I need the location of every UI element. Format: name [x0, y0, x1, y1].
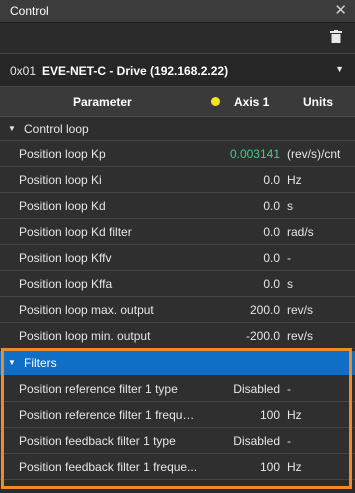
- parameter-value[interactable]: Disabled: [233, 382, 280, 396]
- parameter-unit: Hz: [287, 173, 302, 187]
- parameter-unit: rad/s: [287, 225, 314, 239]
- parameter-value[interactable]: 0.003141: [230, 147, 280, 161]
- parameter-value[interactable]: 0.0: [263, 225, 280, 239]
- panel-title: Control: [10, 4, 49, 18]
- table-row[interactable]: Position reference filter 1 type Disable…: [0, 376, 355, 402]
- parameter-unit: -: [287, 434, 291, 448]
- parameter-value[interactable]: 200.0: [250, 303, 280, 317]
- table-row[interactable]: Position loop Kffa 0.0 s: [0, 271, 355, 297]
- parameter-name: Position reference filter 1 type: [19, 382, 178, 396]
- device-address: 0x01: [10, 64, 37, 78]
- control-loop-rows: Position loop Kp 0.003141 (rev/s)/cnt Po…: [0, 141, 355, 349]
- close-icon[interactable]: ✕: [334, 1, 347, 19]
- parameter-name: Position loop Kd: [19, 199, 106, 213]
- toolbar: [0, 23, 355, 49]
- group-label: Control loop: [24, 122, 89, 136]
- parameter-value[interactable]: 100: [260, 460, 280, 474]
- parameter-name: Position loop Ki: [19, 173, 102, 187]
- chevron-down-icon[interactable]: ▼: [335, 64, 344, 74]
- panel-titlebar: Control ✕: [0, 0, 355, 23]
- parameter-unit: Hz: [287, 408, 302, 422]
- column-header-parameter: Parameter: [73, 95, 132, 109]
- parameter-name: Position loop Kp: [19, 147, 106, 161]
- trash-icon[interactable]: [330, 30, 342, 43]
- column-header-units: Units: [303, 95, 333, 109]
- group-label: Filters: [24, 356, 57, 370]
- table-row[interactable]: Position loop min. output -200.0 rev/s: [0, 323, 355, 349]
- parameter-unit: -: [287, 382, 291, 396]
- parameter-name: Position feedback filter 1 freque...: [19, 460, 198, 474]
- parameter-unit: s: [287, 199, 293, 213]
- column-header-axis: Axis 1: [234, 95, 270, 109]
- parameter-name: Position reference filter 1 freque...: [19, 408, 199, 422]
- table-header: Parameter Axis 1 Units: [0, 87, 355, 117]
- table-row[interactable]: Position loop Ki 0.0 Hz: [0, 167, 355, 193]
- device-selector[interactable]: 0x01 EVE-NET-C - Drive (192.168.2.22) ▼: [0, 53, 355, 87]
- chevron-down-icon[interactable]: ▼: [8, 124, 16, 133]
- table-row[interactable]: Position feedback filter 1 type Disabled…: [0, 428, 355, 454]
- axis-status-dot-icon: [211, 97, 220, 106]
- parameter-name: Position feedback filter 1 type: [19, 434, 176, 448]
- parameter-name: Position loop min. output: [19, 329, 151, 343]
- parameter-name: Position loop Kd filter: [19, 225, 132, 239]
- filters-rows: Position reference filter 1 type Disable…: [0, 376, 355, 480]
- parameter-value[interactable]: 0.0: [263, 251, 280, 265]
- group-control-loop[interactable]: ▼ Control loop: [0, 117, 355, 141]
- parameter-unit: rev/s: [287, 329, 314, 343]
- parameter-value[interactable]: Disabled: [233, 434, 280, 448]
- table-row[interactable]: Position reference filter 1 freque... 10…: [0, 402, 355, 428]
- parameter-value[interactable]: 0.0: [263, 199, 280, 213]
- chevron-down-icon[interactable]: ▼: [8, 358, 16, 367]
- parameter-value[interactable]: 100: [260, 408, 280, 422]
- parameter-unit: -: [287, 251, 291, 265]
- parameter-unit: Hz: [287, 460, 302, 474]
- parameter-name: Position loop Kffv: [19, 251, 112, 265]
- device-name: EVE-NET-C - Drive (192.168.2.22): [42, 64, 229, 78]
- table-row[interactable]: Position loop Kp 0.003141 (rev/s)/cnt: [0, 141, 355, 167]
- table-row[interactable]: Position loop Kd filter 0.0 rad/s: [0, 219, 355, 245]
- parameter-unit: rev/s: [287, 303, 314, 317]
- parameter-unit: s: [287, 277, 293, 291]
- table-row[interactable]: Position loop Kd 0.0 s: [0, 193, 355, 219]
- parameter-name: Position loop Kffa: [19, 277, 113, 291]
- parameter-value[interactable]: 0.0: [263, 277, 280, 291]
- table-row[interactable]: Position loop max. output 200.0 rev/s: [0, 297, 355, 323]
- parameter-unit: (rev/s)/cnt: [287, 147, 341, 161]
- table-row[interactable]: Position loop Kffv 0.0 -: [0, 245, 355, 271]
- table-row[interactable]: Position feedback filter 1 freque... 100…: [0, 454, 355, 480]
- parameter-name: Position loop max. output: [19, 303, 154, 317]
- parameter-value[interactable]: -200.0: [246, 329, 280, 343]
- parameter-value[interactable]: 0.0: [263, 173, 280, 187]
- group-filters[interactable]: ▼ Filters: [0, 351, 355, 375]
